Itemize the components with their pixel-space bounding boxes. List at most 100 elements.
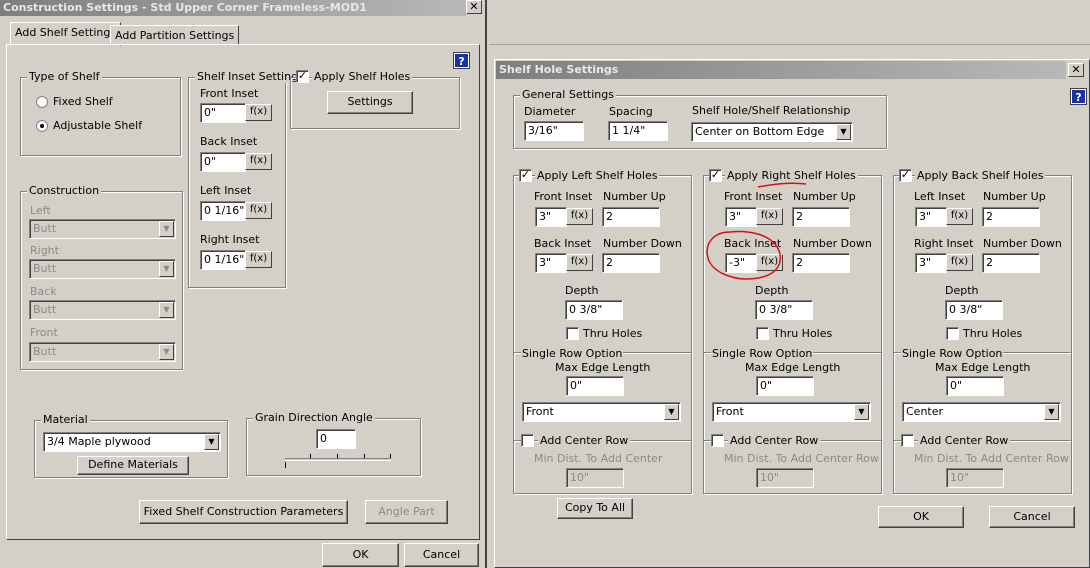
- right-inset-fx-button[interactable]: f(x): [245, 251, 272, 268]
- diameter-input[interactable]: 3/16": [524, 121, 584, 141]
- min-dist-label: Min Dist. To Add Center Row: [724, 452, 879, 465]
- apply-panel-label[interactable]: Apply Left Shelf Holes: [535, 169, 660, 182]
- inset1-fx-button[interactable]: f(x): [946, 208, 973, 225]
- fixed-shelf-radio[interactable]: [36, 96, 48, 108]
- inset2-fx-button[interactable]: f(x): [946, 254, 973, 271]
- front-inset-fx-button[interactable]: f(x): [245, 104, 272, 121]
- inset2-fx-button[interactable]: f(x): [566, 254, 593, 271]
- material-value: 3/4 Maple plywood: [47, 435, 151, 448]
- fixed-shelf-params-button[interactable]: Fixed Shelf Construction Parameters: [139, 500, 348, 524]
- grain-direction-legend: Grain Direction Angle: [253, 411, 375, 424]
- thru-holes-checkbox[interactable]: [946, 327, 959, 340]
- apply-panel-checkbox[interactable]: ✓: [899, 169, 912, 182]
- construction-settings-dialog: Construction Settings - Std Upper Corner…: [0, 0, 487, 568]
- left-inset-fx-button[interactable]: f(x): [245, 202, 272, 219]
- number-down-label: Number Down: [983, 237, 1062, 250]
- depth-input[interactable]: 0 3/8": [565, 300, 623, 320]
- shelf-hole-settings-titlebar[interactable]: Shelf Hole Settings: [496, 61, 1066, 79]
- min-dist-input[interactable]: 10": [946, 468, 1004, 488]
- inset2-label: Right Inset: [914, 237, 974, 250]
- close-icon[interactable]: ✕: [466, 0, 482, 14]
- inset1-fx-button[interactable]: f(x): [566, 208, 593, 225]
- add-center-row-checkbox[interactable]: [521, 434, 534, 447]
- close-icon[interactable]: ✕: [1068, 63, 1084, 77]
- grain-angle-input[interactable]: 0: [316, 429, 356, 449]
- add-center-row-label[interactable]: Add Center Row: [728, 434, 821, 447]
- relationship-value: Center on Bottom Edge: [695, 125, 825, 138]
- front-inset-input[interactable]: 0": [200, 103, 246, 123]
- thru-holes-checkbox[interactable]: [756, 327, 769, 340]
- left-inset-input[interactable]: 0 1/16": [200, 201, 246, 221]
- ok-button[interactable]: OK: [322, 543, 399, 567]
- number-up-input[interactable]: 2: [602, 207, 660, 227]
- back-inset-fx-button[interactable]: f(x): [245, 153, 272, 170]
- tab-add-shelf-settings[interactable]: Add Shelf Settings: [10, 22, 122, 46]
- right-inset-label: Right Inset: [200, 233, 260, 246]
- position-select[interactable]: Center ▼: [902, 402, 1061, 422]
- inset1-input[interactable]: 3": [915, 207, 947, 227]
- depth-input[interactable]: 0 3/8": [755, 300, 813, 320]
- copy-to-all-button[interactable]: Copy To All: [557, 498, 633, 519]
- min-dist-input[interactable]: 10": [756, 468, 814, 488]
- add-center-row-label[interactable]: Add Center Row: [538, 434, 631, 447]
- apply-shelf-holes-checkbox[interactable]: ✓: [296, 70, 309, 83]
- add-center-row-checkbox[interactable]: [711, 434, 724, 447]
- number-up-label: Number Up: [983, 190, 1046, 203]
- single-row-legend: Single Row Option: [901, 347, 1004, 360]
- position-select[interactable]: Front ▼: [522, 402, 681, 422]
- construction-right-select[interactable]: Butt ▼: [29, 259, 176, 279]
- number-down-input[interactable]: 2: [602, 253, 660, 273]
- thru-holes-label[interactable]: Thru Holes: [583, 327, 642, 340]
- define-materials-button[interactable]: Define Materials: [77, 456, 189, 475]
- back-inset-input[interactable]: 0": [200, 152, 246, 172]
- number-up-input[interactable]: 2: [982, 207, 1040, 227]
- right-inset-input[interactable]: 0 1/16": [200, 250, 246, 270]
- construction-front-select[interactable]: Butt ▼: [29, 342, 176, 362]
- inset2-input[interactable]: 3": [535, 253, 567, 273]
- apply-shelf-holes-label[interactable]: Apply Shelf Holes: [312, 70, 413, 83]
- adjustable-shelf-radio[interactable]: [36, 120, 48, 132]
- max-edge-input[interactable]: 0": [946, 376, 1004, 396]
- help-icon[interactable]: ?: [1070, 88, 1087, 105]
- spacing-input[interactable]: 1 1/4": [608, 121, 668, 141]
- back-inset-label: Back Inset: [200, 135, 258, 148]
- construction-left-select[interactable]: Butt ▼: [29, 219, 176, 239]
- max-edge-input[interactable]: 0": [756, 376, 814, 396]
- help-icon[interactable]: ?: [453, 52, 470, 69]
- add-center-row-checkbox[interactable]: [901, 434, 914, 447]
- ok-button[interactable]: OK: [878, 506, 964, 528]
- grain-angle-slider[interactable]: [285, 458, 391, 461]
- thru-holes-label[interactable]: Thru Holes: [963, 327, 1022, 340]
- depth-input[interactable]: 0 3/8": [945, 300, 1003, 320]
- construction-back-select[interactable]: Butt ▼: [29, 300, 176, 320]
- position-select[interactable]: Front ▼: [712, 402, 871, 422]
- shelf-hole-settings-dialog: Shelf Hole Settings ✕ ? General Settings…: [494, 59, 1090, 568]
- inset2-input[interactable]: 3": [915, 253, 947, 273]
- adjustable-shelf-label[interactable]: Adjustable Shelf: [53, 119, 142, 132]
- chevron-down-icon: ▼: [159, 302, 174, 318]
- tab-add-partition-settings[interactable]: Add Partition Settings: [110, 25, 240, 45]
- add-center-row-label[interactable]: Add Center Row: [918, 434, 1011, 447]
- number-down-input[interactable]: 2: [982, 253, 1040, 273]
- construction-settings-titlebar[interactable]: Construction Settings - Std Upper Corner…: [0, 0, 466, 16]
- apply-panel-label[interactable]: Apply Back Shelf Holes: [915, 169, 1046, 182]
- angle-part-button[interactable]: Angle Part: [365, 500, 448, 524]
- fixed-shelf-label[interactable]: Fixed Shelf: [53, 95, 113, 108]
- cancel-button[interactable]: Cancel: [404, 543, 479, 567]
- material-select[interactable]: 3/4 Maple plywood ▼: [43, 432, 221, 452]
- max-edge-input[interactable]: 0": [566, 376, 624, 396]
- thru-holes-checkbox[interactable]: [566, 327, 579, 340]
- depth-label: Depth: [565, 284, 599, 297]
- inset1-input[interactable]: 3": [535, 207, 567, 227]
- thru-holes-label[interactable]: Thru Holes: [773, 327, 832, 340]
- apply-panel-checkbox[interactable]: ✓: [519, 169, 532, 182]
- position-value: Front: [716, 405, 744, 418]
- construction-legend: Construction: [27, 184, 102, 197]
- cancel-button[interactable]: Cancel: [989, 506, 1075, 528]
- chevron-down-icon: ▼: [854, 404, 869, 420]
- chevron-down-icon: ▼: [836, 124, 851, 140]
- chevron-down-icon: ▼: [204, 434, 219, 450]
- min-dist-input[interactable]: 10": [566, 468, 624, 488]
- shelf-holes-settings-button[interactable]: Settings: [327, 91, 413, 114]
- relationship-select[interactable]: Center on Bottom Edge ▼: [691, 122, 853, 142]
